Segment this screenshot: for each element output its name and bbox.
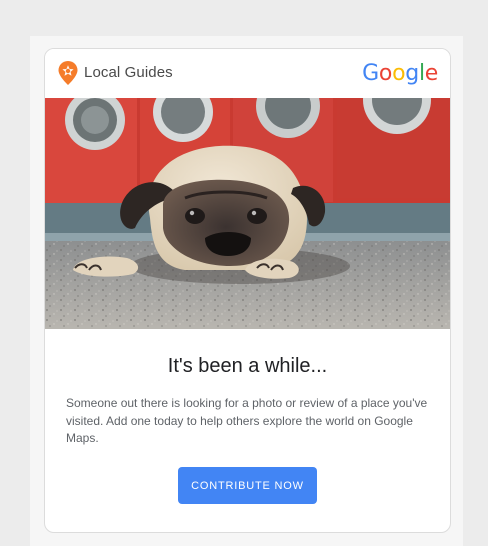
- email-card: Local Guides Google It's been a while...…: [44, 48, 451, 533]
- body-text: Someone out there is looking for a photo…: [66, 396, 428, 445]
- google-logo-letter: G: [362, 61, 379, 86]
- hero-image-pug: [45, 98, 450, 329]
- email-header: Local Guides Google: [45, 49, 450, 98]
- google-logo-letter: g: [405, 61, 419, 86]
- local-guides-label: Local Guides: [84, 64, 173, 81]
- contribute-now-button[interactable]: CONTRIBUTE NOW: [178, 467, 317, 504]
- google-logo-letter: e: [424, 61, 439, 86]
- email-frame: Local Guides Google It's been a while...…: [30, 36, 463, 546]
- google-logo-letter: o: [378, 61, 393, 86]
- google-logo: Google: [362, 61, 438, 86]
- headline: It's been a while...: [167, 355, 328, 377]
- local-guides-pin-icon: [58, 61, 78, 85]
- google-logo-letter: o: [392, 61, 406, 86]
